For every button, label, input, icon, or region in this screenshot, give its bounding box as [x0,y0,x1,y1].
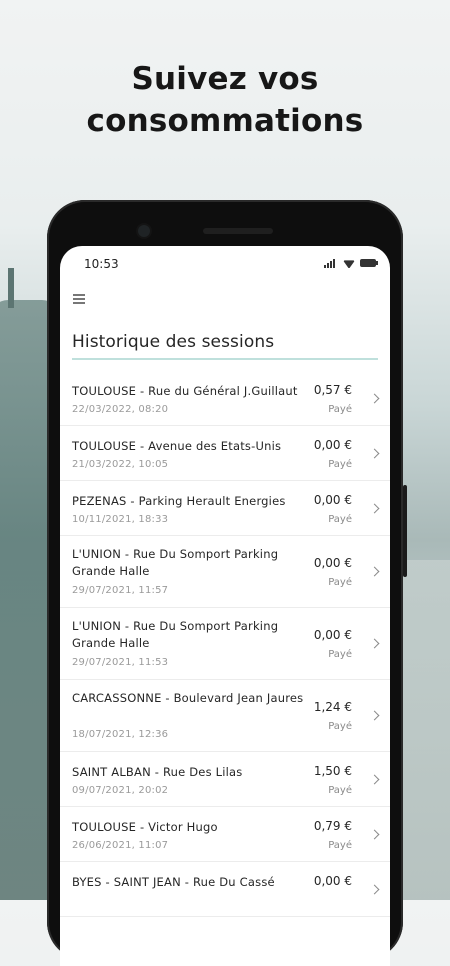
session-status: Payé [328,721,352,732]
session-address: SAINT ALBAN - Rue Des Lilas [72,765,243,779]
session-address: BYES - SAINT JEAN - Rue Du Cassé [72,875,275,889]
headline-line-2: consommations [86,103,364,139]
session-status: Payé [328,649,352,660]
session-amount: 0,00 € [313,493,352,507]
session-row[interactable]: CARCASSONNE - Boulevard Jean Jaures 18/0… [60,680,390,752]
session-status: Payé [328,514,352,525]
promo-headline: Suivez vos consommations [0,58,450,142]
session-date: 22/03/2022, 08:20 [72,404,169,415]
session-amount: 0,00 € [313,556,352,570]
side-button [403,485,407,577]
session-date: 10/11/2021, 18:33 [72,514,169,525]
session-address: CARCASSONNE - Boulevard Jean Jaures [72,691,304,705]
page-title: Historique des sessions [72,332,275,352]
phone-frame: 10:53 Historique des sessions TOULOUSE -… [47,200,407,966]
session-date: 09/07/2021, 20:02 [72,785,169,796]
session-date: 29/07/2021, 11:57 [72,585,169,596]
chevron-right-icon[interactable] [369,503,380,514]
session-address: TOULOUSE - Rue du Général J.Guillaut [72,384,298,398]
background-spire [8,268,14,308]
session-date: 26/06/2021, 11:07 [72,840,169,851]
session-status: Payé [328,404,352,415]
session-address: TOULOUSE - Avenue des Etats-Unis [72,439,282,453]
chevron-right-icon[interactable] [369,774,380,785]
session-amount: 1,50 € [313,764,352,778]
session-date: 21/03/2022, 10:05 [72,459,169,470]
chevron-right-icon[interactable] [369,393,380,404]
session-row[interactable]: SAINT ALBAN - Rue Des Lilas 09/07/2021, … [60,752,390,807]
phone-screen: 10:53 Historique des sessions TOULOUSE -… [60,246,390,966]
status-time: 10:53 [84,257,119,271]
session-date: 18/07/2021, 12:36 [72,729,169,740]
session-address: TOULOUSE - Victor Hugo [72,820,218,834]
session-row[interactable]: L'UNION - Rue Du Somport Parking Grande … [60,608,390,680]
session-status: Payé [328,840,352,851]
session-amount: 0,00 € [313,438,352,452]
session-amount: 0,79 € [313,819,352,833]
session-amount: 0,00 € [313,874,352,888]
chevron-right-icon[interactable] [369,566,380,577]
status-bar: 10:53 [60,246,390,282]
battery-icon [360,259,378,267]
session-row[interactable]: TOULOUSE - Victor Hugo 26/06/2021, 11:07… [60,807,390,862]
hamburger-icon[interactable] [73,294,85,304]
session-amount: 1,24 € [313,700,352,714]
chevron-right-icon[interactable] [369,638,380,649]
status-icons [324,258,378,268]
chevron-right-icon[interactable] [369,448,380,459]
session-row[interactable]: TOULOUSE - Avenue des Etats-Unis 21/03/2… [60,426,390,481]
session-row[interactable]: L'UNION - Rue Du Somport Parking Grande … [60,536,390,608]
session-row[interactable]: BYES - SAINT JEAN - Rue Du Cassé 0,00 € [60,862,390,917]
session-address: L'UNION - Rue Du Somport Parking Grande … [72,547,279,578]
headline-line-1: Suivez vos [131,61,319,97]
chevron-right-icon[interactable] [369,884,380,895]
title-underline [72,358,378,360]
session-address: PEZENAS - Parking Herault Energies [72,494,286,508]
session-status: Payé [328,785,352,796]
earpiece-speaker [203,228,273,234]
chevron-right-icon[interactable] [369,829,380,840]
session-date: 29/07/2021, 11:53 [72,657,169,668]
session-row[interactable]: PEZENAS - Parking Herault Energies 10/11… [60,481,390,536]
sessions-list: TOULOUSE - Rue du Général J.Guillaut 22/… [60,371,390,917]
chevron-right-icon[interactable] [369,710,380,721]
session-amount: 0,57 € [313,383,352,397]
session-status: Payé [328,459,352,470]
signal-icon [324,258,338,268]
session-status: Payé [328,577,352,588]
front-camera [138,225,150,237]
session-address: L'UNION - Rue Du Somport Parking Grande … [72,619,279,650]
session-amount: 0,00 € [313,628,352,642]
wifi-icon [343,258,355,268]
session-row[interactable]: TOULOUSE - Rue du Général J.Guillaut 22/… [60,371,390,426]
